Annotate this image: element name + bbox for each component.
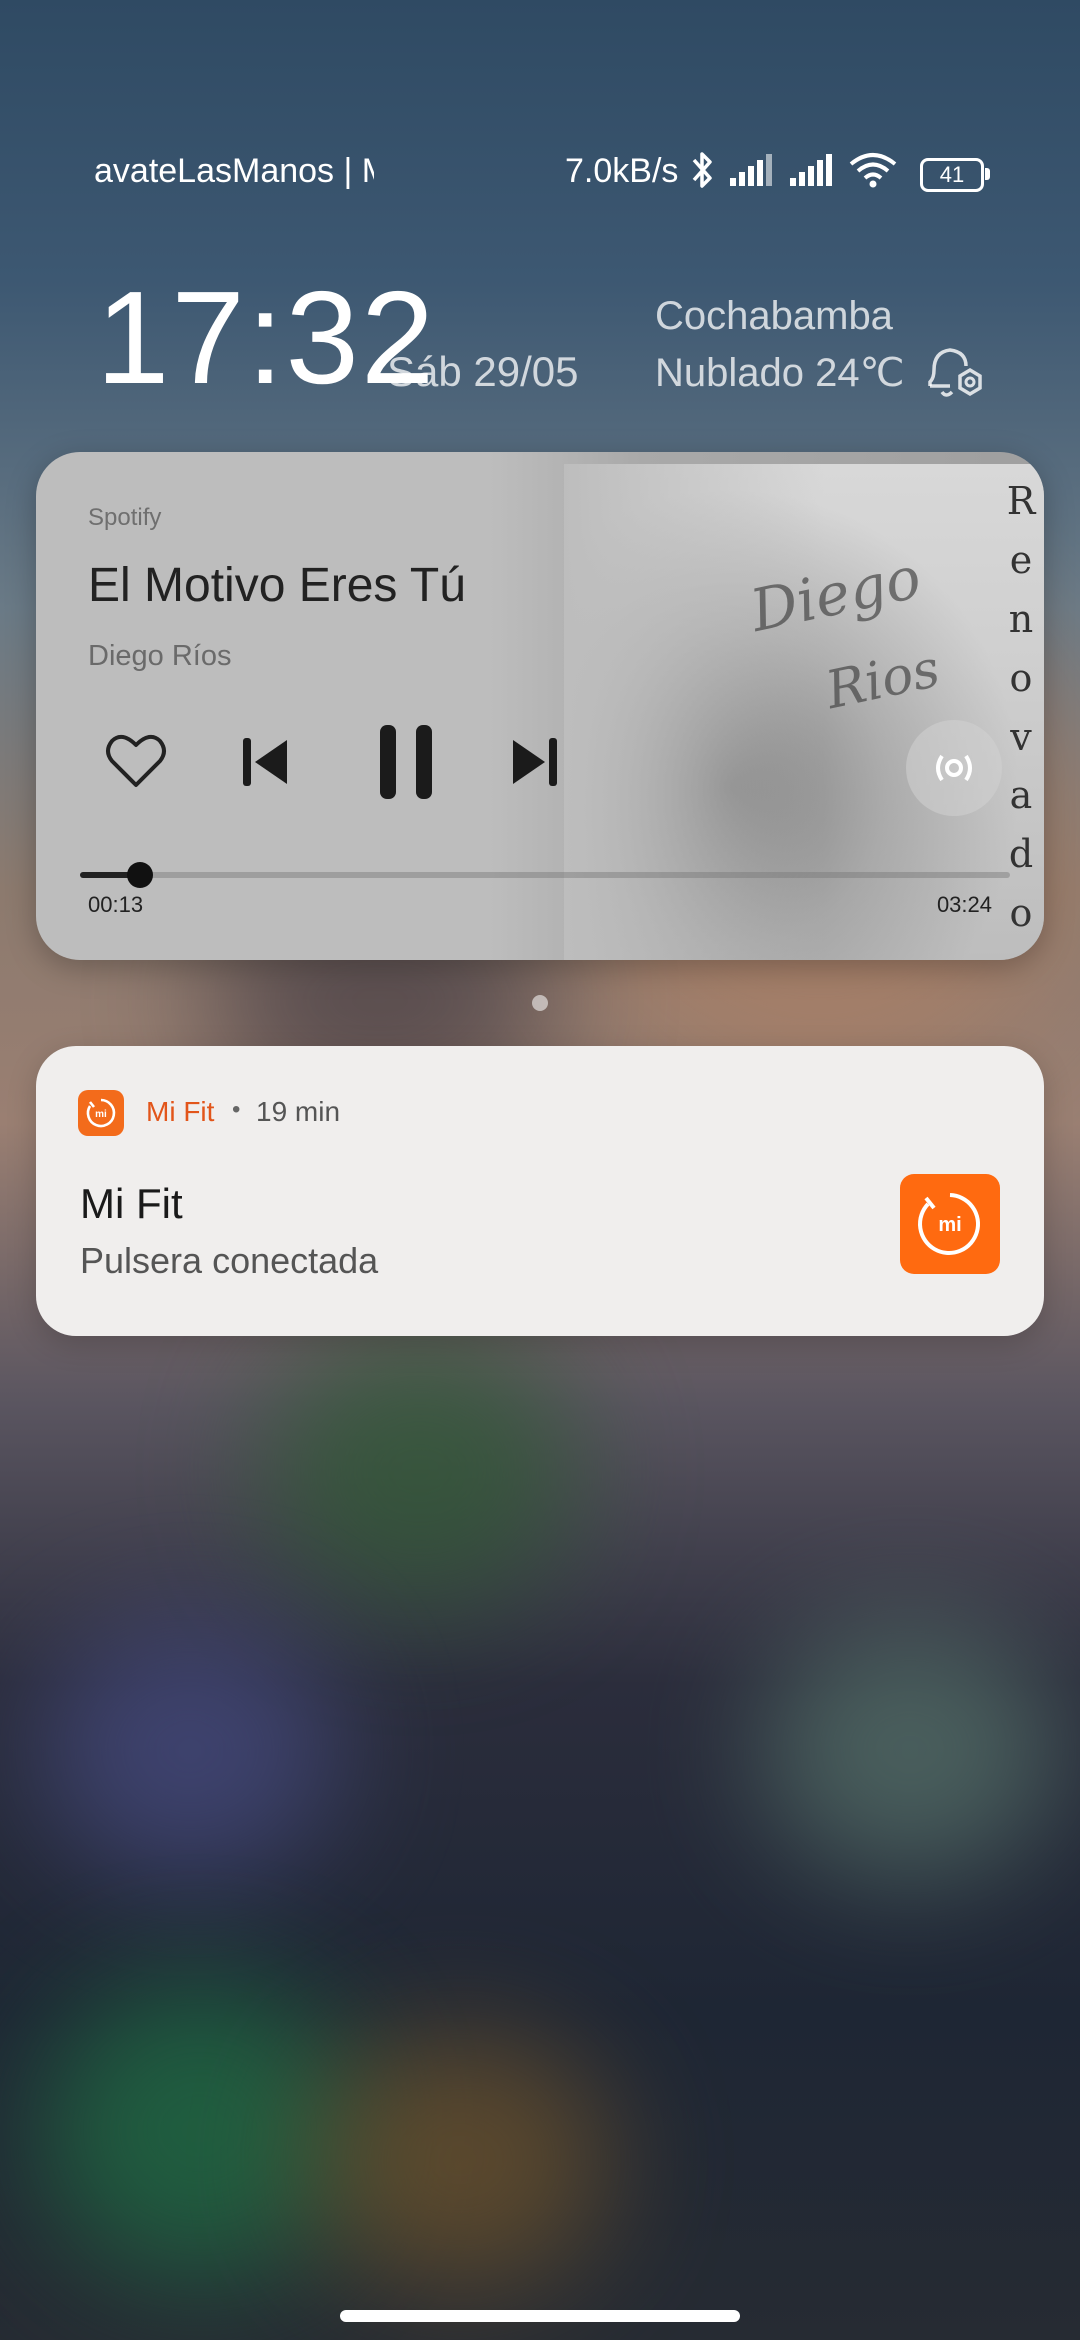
page-indicator <box>532 995 548 1011</box>
album-signature: Rios <box>821 638 945 722</box>
song-title: El Motivo Eres Tú <box>88 559 466 612</box>
wifi-icon <box>848 152 898 197</box>
album-vertical-letter: e <box>1009 537 1033 582</box>
heart-icon[interactable] <box>96 720 176 800</box>
album-vertical-letter: n <box>1008 596 1034 641</box>
pause-icon[interactable] <box>358 714 454 810</box>
notification-app-name: Mi Fit <box>146 1096 215 1127</box>
bluetooth-icon <box>688 150 716 199</box>
svg-text:mi: mi <box>938 1214 961 1236</box>
lockscreen-clock: 17:32 <box>96 264 437 411</box>
weather-condition: Nublado 24℃ <box>655 351 905 395</box>
progress-bar[interactable] <box>80 862 1010 888</box>
album-vertical-letter: v <box>1010 714 1032 759</box>
album-vertical-letter: a <box>1009 773 1033 818</box>
notification-separator: • <box>232 1096 241 1123</box>
album-art: Diego Rios Renovado <box>564 464 1044 960</box>
alarm-settings-icon[interactable] <box>920 336 990 406</box>
progress-knob[interactable] <box>126 862 153 888</box>
mi-fit-large-icon: mi <box>900 1174 1000 1274</box>
track-duration: 03:24 <box>936 892 992 917</box>
next-icon[interactable] <box>494 722 574 802</box>
weather-city: Cochabamba <box>655 294 893 338</box>
notification-body: Pulsera conectada <box>80 1240 379 1281</box>
notification-time: 19 min <box>256 1096 341 1127</box>
battery-level: 41 <box>939 161 965 187</box>
mi-fit-app-icon: mi <box>78 1090 124 1136</box>
wallpaper-blur <box>760 1620 1060 1880</box>
wallpaper-blur <box>40 1620 340 1880</box>
status-bar: avateLasManos | M 7.0kB/s 41 <box>0 140 1080 200</box>
lockscreen-date: Sáb 29/05 <box>387 348 579 395</box>
media-player-card[interactable]: Diego Rios Renovado Spotify El Motivo Er… <box>36 452 1044 960</box>
wallpaper-blur <box>310 2030 610 2290</box>
elapsed-time: 00:13 <box>88 892 144 917</box>
song-artist: Diego Ríos <box>88 640 232 672</box>
notification-title: Mi Fit <box>80 1180 183 1227</box>
svg-text:mi: mi <box>95 1109 107 1120</box>
signal-icon <box>728 154 776 195</box>
output-device-icon[interactable] <box>906 720 1002 816</box>
wallpaper-blur <box>40 1980 360 2280</box>
media-app-name: Spotify <box>88 504 162 531</box>
network-speed: 7.0kB/s <box>565 152 679 190</box>
album-vertical-letter: R <box>1006 479 1036 523</box>
notification-card[interactable]: mi Mi Fit • 19 min Mi Fit Pulsera conect… <box>36 1046 1044 1336</box>
status-icons: 41 <box>688 150 990 199</box>
album-vertical-letter: o <box>1009 891 1033 936</box>
status-ticker-text: avateLasManos | M <box>94 152 374 190</box>
previous-icon[interactable] <box>226 722 306 802</box>
album-vertical-letter: o <box>1009 655 1033 700</box>
battery-icon: 41 <box>920 157 990 192</box>
signal-icon <box>788 154 836 195</box>
home-indicator[interactable] <box>340 2310 740 2322</box>
wallpaper-blur <box>260 1330 580 1610</box>
